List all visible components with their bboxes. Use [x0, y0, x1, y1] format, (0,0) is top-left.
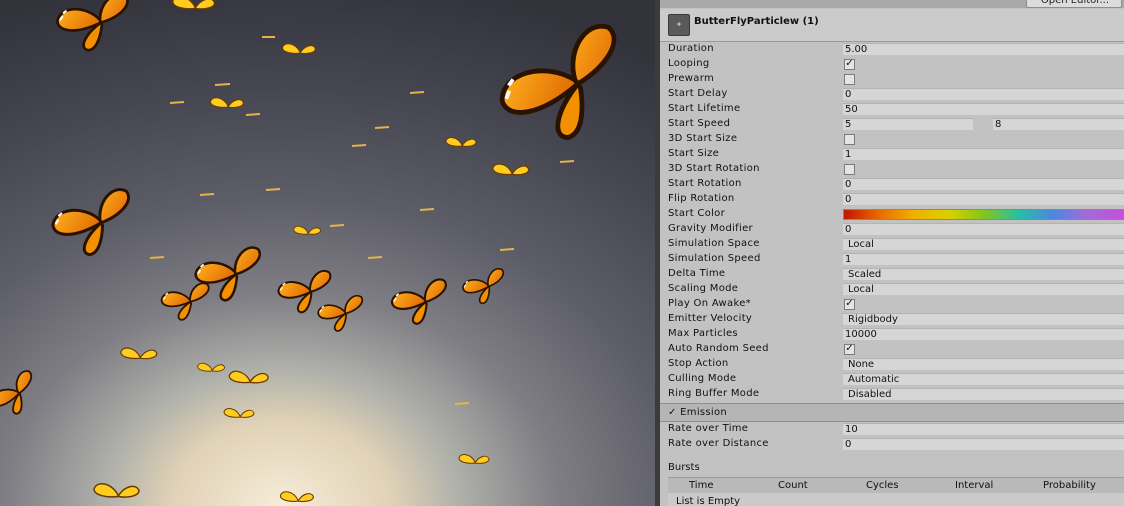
property-row-start-size: Start Size 1	[660, 147, 1124, 162]
max-particles-field[interactable]: 10000	[843, 328, 1124, 340]
emitter-velocity-dropdown[interactable]: Rigidbody	[843, 313, 1124, 325]
rate-over-time-field[interactable]: 10	[843, 423, 1124, 435]
property-label: Start Size	[668, 148, 720, 159]
property-label: Flip Rotation	[668, 193, 735, 204]
property-label: Emitter Velocity	[668, 313, 753, 324]
property-label: Start Lifetime	[668, 103, 741, 114]
auto-random-seed-checkbox[interactable]: ✓	[844, 344, 855, 355]
property-label: Simulation Space	[668, 238, 760, 249]
start-lifetime-field[interactable]: 50	[843, 103, 1124, 115]
start-delay-field[interactable]: 0	[843, 88, 1124, 100]
property-label: Duration	[668, 43, 714, 54]
property-row-rate-over-distance: Rate over Distance 0	[660, 437, 1124, 452]
scaling-mode-dropdown[interactable]: Local	[843, 283, 1124, 295]
property-row-delta-time: Delta Time Scaled	[660, 267, 1124, 282]
property-row-rate-over-time: Rate over Time 10	[660, 422, 1124, 437]
property-row-flip-rotation: Flip Rotation 0	[660, 192, 1124, 207]
prewarm-checkbox[interactable]	[844, 74, 855, 85]
culling-mode-dropdown[interactable]: Automatic	[843, 373, 1124, 385]
property-label: Culling Mode	[668, 373, 737, 384]
start-size-field[interactable]: 1	[843, 148, 1124, 160]
start-color-gradient-field[interactable]	[843, 209, 1124, 220]
property-row-start-lifetime: Start Lifetime 50	[660, 102, 1124, 117]
property-row-3d-start-size: 3D Start Size	[660, 132, 1124, 147]
bursts-empty-list: List is Empty	[668, 493, 1124, 506]
burst-column-header: Cycles	[866, 480, 899, 491]
property-row-gravity-modifier: Gravity Modifier 0	[660, 222, 1124, 237]
property-row-emitter-velocity: Emitter Velocity Rigidbody	[660, 312, 1124, 327]
ring-buffer-mode-dropdown[interactable]: Disabled	[843, 388, 1124, 400]
bursts-empty-text: List is Empty	[676, 496, 741, 506]
bursts-label: Bursts	[668, 462, 700, 473]
property-label: Auto Random Seed	[668, 343, 769, 354]
property-row-start-rotation: Start Rotation 0	[660, 177, 1124, 192]
property-label: Prewarm	[668, 73, 714, 84]
duration-field[interactable]: 5.00	[843, 43, 1124, 55]
burst-column-header: Probability	[1043, 480, 1096, 491]
delta-time-dropdown[interactable]: Scaled	[843, 268, 1124, 280]
property-label: Ring Buffer Mode	[668, 388, 760, 399]
3d-start-size-checkbox[interactable]	[844, 134, 855, 145]
property-row-prewarm: Prewarm	[660, 72, 1124, 87]
property-row-culling-mode: Culling Mode Automatic	[660, 372, 1124, 387]
property-row-stop-action: Stop Action None	[660, 357, 1124, 372]
burst-column-header: Time	[689, 480, 714, 491]
emission-section-label: Emission	[680, 407, 728, 418]
3d-start-rotation-checkbox[interactable]	[844, 164, 855, 175]
inspector-panel: Open Editor... ✦ ButterFlyParticlew (1) …	[660, 0, 1124, 506]
flip-rotation-field[interactable]: 0	[843, 193, 1124, 205]
property-row-auto-random-seed: Auto Random Seed ✓	[660, 342, 1124, 357]
particle-system-icon: ✦	[668, 14, 690, 36]
emission-enabled-check[interactable]: ✓	[668, 407, 677, 418]
property-label: Rate over Distance	[668, 438, 769, 449]
property-row-simulation-space: Simulation Space Local	[660, 237, 1124, 252]
property-row-start-speed: Start Speed 5 8	[660, 117, 1124, 132]
component-header[interactable]: ✦ ButterFlyParticlew (1)	[660, 9, 1124, 42]
play-on-awake-checkbox[interactable]: ✓	[844, 299, 855, 310]
open-editor-button[interactable]: Open Editor...	[1025, 0, 1122, 8]
property-row-play-on-awake: Play On Awake* ✓	[660, 297, 1124, 312]
bursts-table-header: Time Count Cycles Interval Probability	[668, 477, 1124, 494]
property-label: 3D Start Size	[668, 133, 738, 144]
property-label: Start Delay	[668, 88, 728, 99]
property-label: Start Rotation	[668, 178, 742, 189]
property-label: Stop Action	[668, 358, 729, 369]
property-row-ring-buffer-mode: Ring Buffer Mode Disabled	[660, 387, 1124, 402]
start-rotation-field[interactable]: 0	[843, 178, 1124, 190]
property-row-simulation-speed: Simulation Speed 1	[660, 252, 1124, 267]
property-label: Looping	[668, 58, 710, 69]
looping-checkbox[interactable]: ✓	[844, 59, 855, 70]
property-label: Max Particles	[668, 328, 738, 339]
inspector-topbar: Open Editor...	[660, 0, 1124, 8]
property-row-start-color: Start Color	[660, 207, 1124, 222]
property-row-start-delay: Start Delay 0	[660, 87, 1124, 102]
start-speed-max-field[interactable]: 8	[993, 118, 1124, 130]
rate-over-distance-field[interactable]: 0	[843, 438, 1124, 450]
simulation-space-dropdown[interactable]: Local	[843, 238, 1124, 250]
component-title: ButterFlyParticlew (1)	[694, 16, 819, 27]
burst-column-header: Interval	[955, 480, 994, 491]
start-speed-min-field[interactable]: 5	[843, 118, 973, 130]
property-row-max-particles: Max Particles 10000	[660, 327, 1124, 342]
stop-action-dropdown[interactable]: None	[843, 358, 1124, 370]
property-label: Start Color	[668, 208, 726, 219]
property-label: 3D Start Rotation	[668, 163, 760, 174]
simulation-speed-field[interactable]: 1	[843, 253, 1124, 265]
gravity-modifier-field[interactable]: 0	[843, 223, 1124, 235]
property-label: Rate over Time	[668, 423, 749, 434]
property-label: Start Speed	[668, 118, 731, 129]
property-row-duration: Duration 5.00	[660, 42, 1124, 57]
property-label: Scaling Mode	[668, 283, 739, 294]
property-label: Delta Time	[668, 268, 726, 279]
emission-section-header[interactable]: ✓ Emission	[660, 403, 1124, 422]
burst-column-header: Count	[778, 480, 808, 491]
property-label: Simulation Speed	[668, 253, 761, 264]
property-label: Play On Awake*	[668, 298, 751, 309]
property-label: Gravity Modifier	[668, 223, 753, 234]
property-row-3d-start-rotation: 3D Start Rotation	[660, 162, 1124, 177]
scene-view[interactable]	[0, 0, 655, 506]
property-row-looping: Looping ✓	[660, 57, 1124, 72]
property-row-scaling-mode: Scaling Mode Local	[660, 282, 1124, 297]
